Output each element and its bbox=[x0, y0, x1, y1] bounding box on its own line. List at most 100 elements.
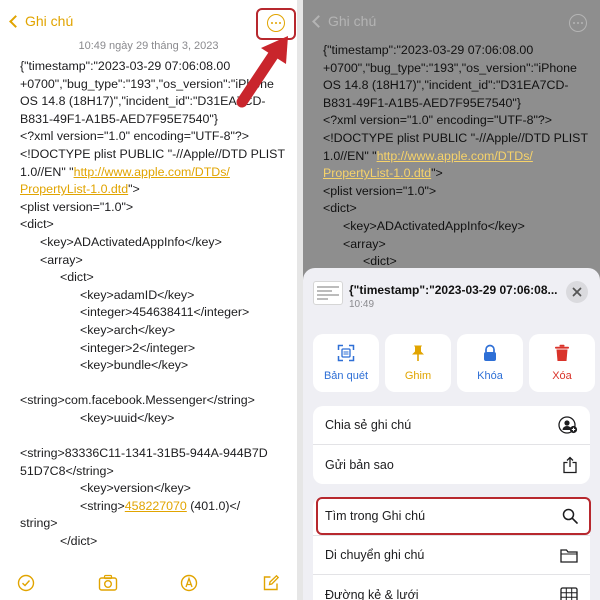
chevron-left-icon bbox=[9, 14, 22, 28]
dtd-link[interactable]: http://www.apple.com/DTDs/ bbox=[74, 165, 230, 179]
note-line-blank bbox=[20, 375, 295, 393]
note-line: PropertyList-1.0.dtd"> bbox=[323, 165, 598, 183]
note-line: 1.0//EN" "http://www.apple.com/DTDs/ bbox=[20, 164, 295, 182]
pin-button[interactable]: Ghim bbox=[385, 334, 451, 392]
note-line: <key>bundle</key> bbox=[80, 358, 189, 373]
note-line: <!DOCTYPE plist PUBLIC "-//Apple//DTD PL… bbox=[323, 130, 589, 145]
note-line: <integer>454638411</integer> bbox=[80, 305, 250, 320]
note-line: <key>ADActivatedAppInfo</key> bbox=[40, 234, 222, 249]
note-line: <integer>2</integer> bbox=[80, 340, 196, 355]
note-line: <array> bbox=[343, 236, 386, 251]
note-line: PropertyList-1.0.dtd"> bbox=[20, 181, 295, 199]
dtd-link: http://www.apple.com/DTDs/ bbox=[376, 148, 533, 163]
note-line: <dict> bbox=[323, 201, 357, 216]
pointer-arrow-icon bbox=[236, 36, 288, 108]
person-share-icon bbox=[558, 416, 578, 434]
note-line: {"timestamp":"2023-03-29 07:06:08.00 bbox=[323, 43, 534, 57]
action-label: Bản quét bbox=[323, 370, 369, 382]
scan-icon bbox=[337, 344, 355, 362]
dot-icon bbox=[572, 21, 576, 25]
action-label: Khóa bbox=[477, 370, 503, 382]
share-icon bbox=[563, 456, 577, 473]
close-button[interactable] bbox=[566, 281, 588, 303]
left-panel: Ghi chú 10:49 ngày 29 tháng 3, 2023 {"ti… bbox=[0, 0, 297, 600]
share-group: Chia sẻ ghi chú Gửi bản sao bbox=[313, 406, 590, 484]
share-note-row[interactable]: Chia sẻ ghi chú bbox=[313, 406, 590, 445]
back-button[interactable]: Ghi chú bbox=[8, 13, 73, 29]
lock-icon bbox=[484, 344, 496, 361]
row-label: Chia sẻ ghi chú bbox=[325, 418, 412, 432]
find-in-note-highlight bbox=[316, 497, 591, 535]
dot-icon bbox=[580, 21, 584, 25]
note-line: <key>adamID</key> bbox=[80, 287, 195, 302]
checklist-button[interactable] bbox=[16, 573, 36, 593]
note-thumbnail bbox=[313, 281, 343, 305]
close-icon bbox=[572, 287, 582, 297]
lines-grids-row[interactable]: Đường kẻ & lưới bbox=[313, 575, 590, 600]
note-line: <dict> bbox=[60, 270, 94, 285]
note-line: 51D7C8</string> bbox=[20, 463, 114, 478]
back-button-dimmed[interactable]: Ghi chú bbox=[311, 13, 376, 29]
row-label: Đường kẻ & lưới bbox=[325, 587, 419, 600]
row-label: Di chuyển ghi chú bbox=[325, 548, 425, 562]
note-line: +0700","bug_type":"193","os_version":"iP… bbox=[323, 60, 577, 75]
quick-actions: Bản quét Ghim Khóa Xóa bbox=[313, 334, 595, 392]
row-label: Gửi bản sao bbox=[325, 457, 394, 472]
note-line: <key>ADActivatedAppInfo</key> bbox=[343, 218, 525, 233]
more-options-button-dimmed[interactable] bbox=[569, 14, 587, 32]
note-line: <array> bbox=[40, 252, 83, 267]
note-line: B831-49F1-A1B5-AED7F95E7540"} bbox=[323, 95, 521, 110]
nav-bar-dimmed: Ghi chú bbox=[303, 0, 600, 42]
folder-icon bbox=[560, 548, 578, 563]
compose-button[interactable] bbox=[261, 573, 281, 593]
note-text-fragment: 1.0//EN" " bbox=[20, 164, 74, 179]
back-label: Ghi chú bbox=[328, 13, 377, 29]
note-line: string> bbox=[20, 516, 58, 531]
dtd-link-continued[interactable]: PropertyList-1.0.dtd bbox=[20, 182, 128, 196]
send-copy-row[interactable]: Gửi bản sao bbox=[313, 445, 590, 484]
sheet-header: {"timestamp":"2023-03-29 07:06:08... 10:… bbox=[303, 268, 600, 318]
camera-button[interactable] bbox=[98, 573, 118, 593]
app-id-link[interactable]: 458227070 bbox=[125, 499, 187, 513]
sheet-subtitle: 10:49 bbox=[349, 299, 375, 310]
pin-icon bbox=[412, 345, 424, 361]
note-body[interactable]: {"timestamp":"2023-03-29 07:06:08.00 +07… bbox=[20, 58, 295, 551]
note-line: <key>arch</key> bbox=[80, 322, 176, 337]
markup-button[interactable] bbox=[179, 573, 199, 593]
move-note-row[interactable]: Di chuyển ghi chú bbox=[313, 536, 590, 575]
action-label: Xóa bbox=[552, 370, 572, 382]
note-line: 1.0//EN" "http://www.apple.com/DTDs/ bbox=[323, 148, 598, 166]
note-line: <!DOCTYPE plist PUBLIC "-//Apple//DTD PL… bbox=[20, 146, 286, 161]
note-line: <string>83336C11-1341-31B5-944A-944B7D bbox=[20, 446, 268, 461]
camera-icon bbox=[98, 574, 117, 591]
bottom-toolbar bbox=[0, 566, 297, 600]
note-line: <string>com.facebook.Messenger</string> bbox=[20, 393, 255, 408]
action-label: Ghim bbox=[404, 370, 432, 382]
note-line: </dict> bbox=[60, 534, 98, 549]
delete-button[interactable]: Xóa bbox=[529, 334, 595, 392]
compose-icon bbox=[263, 574, 280, 591]
note-line: <key>version</key> bbox=[80, 481, 191, 496]
note-text-fragment: (401.0)</ bbox=[186, 498, 241, 513]
trash-icon bbox=[555, 344, 569, 361]
note-line: B831-49F1-A1B5-AED7F95E7540"} bbox=[20, 111, 218, 126]
grid-icon bbox=[560, 586, 578, 600]
markup-pen-icon bbox=[181, 574, 198, 592]
checklist-icon bbox=[17, 574, 35, 592]
dot-icon bbox=[576, 21, 580, 25]
note-line: <string>458227070 (401.0)</ bbox=[20, 498, 295, 516]
note-body-dimmed: {"timestamp":"2023-03-29 07:06:08.00 +07… bbox=[323, 42, 598, 271]
chevron-left-icon bbox=[312, 14, 325, 28]
dtd-link-continued: PropertyList-1.0.dtd bbox=[323, 166, 432, 181]
scan-button[interactable]: Bản quét bbox=[313, 334, 379, 392]
note-line-blank bbox=[20, 427, 295, 445]
note-options-sheet: {"timestamp":"2023-03-29 07:06:08... 10:… bbox=[303, 268, 600, 600]
sheet-title: {"timestamp":"2023-03-29 07:06:08... bbox=[349, 283, 558, 297]
lock-button[interactable]: Khóa bbox=[457, 334, 523, 392]
note-line: <key>uuid</key> bbox=[80, 410, 175, 425]
note-text-fragment: "> bbox=[431, 166, 443, 181]
note-text-fragment: "> bbox=[128, 182, 140, 197]
note-text-fragment: <string> bbox=[80, 498, 125, 513]
note-line: OS 14.8 (18H17)","incident_id":"D31EA7CD… bbox=[323, 78, 569, 93]
note-line: <?xml version="1.0" encoding="UTF-8"?> bbox=[20, 129, 250, 144]
